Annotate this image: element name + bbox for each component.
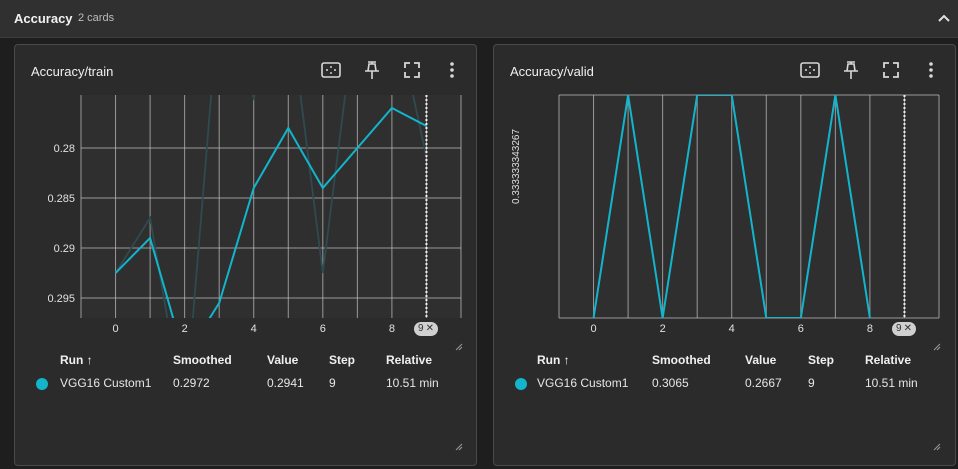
col-step: Step xyxy=(329,353,356,367)
y-tick-label: 0.29 xyxy=(54,243,75,255)
x-tick-label: 6 xyxy=(798,323,804,335)
x-tick-label: 2 xyxy=(182,323,188,335)
resize-handle-icon[interactable] xyxy=(931,341,941,351)
col-value: Value xyxy=(745,353,777,367)
y-axis-label: 0.333333343267 xyxy=(511,129,522,205)
step-badge[interactable]: 9 ✕ xyxy=(892,322,916,336)
fit-domain-icon[interactable] xyxy=(799,59,821,81)
relative-value: 10.51 min xyxy=(386,376,439,390)
x-tick-label: 0 xyxy=(112,323,118,335)
x-tick-label: 8 xyxy=(867,323,873,335)
x-tick-label: 4 xyxy=(729,323,735,335)
card-title: Accuracy/train xyxy=(31,64,114,79)
resize-handle-icon[interactable] xyxy=(453,441,463,451)
fullscreen-icon[interactable] xyxy=(880,59,902,81)
smoothed-value: 0.3065 xyxy=(652,376,689,390)
x-tick-label: 2 xyxy=(660,323,666,335)
train-chart[interactable]: 0.295 0.29 0.285 0.28 0 2 4 6 8 xyxy=(15,93,476,351)
plot-area xyxy=(81,95,461,318)
run-name: VGG16 Custom1 xyxy=(60,376,152,390)
x-tick-label: 0 xyxy=(590,323,596,335)
close-icon[interactable]: ✕ xyxy=(426,322,434,336)
step-badge-label: 9 xyxy=(418,323,424,334)
raw-value: 0.2941 xyxy=(267,376,304,390)
y-tick-label: 0.28 xyxy=(54,143,75,155)
y-tick-label: 0.295 xyxy=(47,293,75,305)
step-badge[interactable]: 9 ✕ xyxy=(414,322,438,336)
run-color-dot xyxy=(36,378,48,390)
scalar-card-valid: Accuracy/valid 0.333333343267 0 2 4 6 8 9 ✕ R… xyxy=(493,44,956,466)
close-icon[interactable]: ✕ xyxy=(904,322,912,336)
col-relative: Relative xyxy=(865,353,912,367)
section-title: Accuracy xyxy=(14,11,73,26)
card-count: 2 cards xyxy=(78,12,115,24)
fullscreen-icon[interactable] xyxy=(401,59,423,81)
resize-handle-icon[interactable] xyxy=(453,341,463,351)
valid-chart[interactable]: 0.333333343267 0 2 4 6 8 xyxy=(494,93,955,351)
col-relative: Relative xyxy=(386,353,433,367)
col-run[interactable]: Run ↑ xyxy=(60,353,93,367)
col-smoothed: Smoothed xyxy=(173,353,232,367)
step-value: 9 xyxy=(329,376,336,390)
col-smoothed: Smoothed xyxy=(652,353,711,367)
section-header: Accuracy 2 cards xyxy=(0,0,958,38)
step-value: 9 xyxy=(808,376,815,390)
card-title: Accuracy/valid xyxy=(510,64,594,79)
fit-domain-icon[interactable] xyxy=(320,59,342,81)
more-vert-icon[interactable] xyxy=(441,59,463,81)
col-run[interactable]: Run ↑ xyxy=(537,353,570,367)
smoothed-value: 0.2972 xyxy=(173,376,210,390)
run-name: VGG16 Custom1 xyxy=(537,376,629,390)
step-badge-label: 9 xyxy=(896,323,902,334)
more-vert-icon[interactable] xyxy=(920,59,942,81)
raw-value: 0.2667 xyxy=(745,376,782,390)
relative-value: 10.51 min xyxy=(865,376,918,390)
pin-icon[interactable] xyxy=(840,59,862,81)
resize-handle-icon[interactable] xyxy=(931,441,941,451)
run-color-dot xyxy=(515,378,527,390)
pin-icon[interactable] xyxy=(361,59,383,81)
x-tick-label: 8 xyxy=(389,323,395,335)
x-tick-label: 4 xyxy=(251,323,257,335)
x-tick-label: 6 xyxy=(320,323,326,335)
chevron-up-icon[interactable] xyxy=(934,8,954,28)
col-value: Value xyxy=(267,353,299,367)
y-tick-label: 0.285 xyxy=(47,193,75,205)
col-step: Step xyxy=(808,353,835,367)
scalar-card-train: Accuracy/train 0.295 0.29 0.285 0.28 0 2 4 6 8 9… xyxy=(14,44,477,466)
